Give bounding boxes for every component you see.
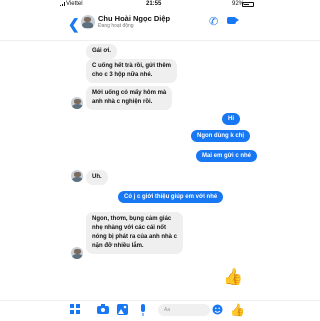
message-incoming: C uống hết trà rồi, gửi thêm cho c 3 hộp… [86, 59, 178, 83]
apps-icon[interactable] [70, 304, 81, 318]
video-camera-icon[interactable] [227, 17, 239, 24]
message-input[interactable]: Aa [158, 304, 210, 316]
battery-icon [242, 2, 254, 7]
image-icon[interactable] [117, 304, 128, 318]
message-outgoing: Hi [222, 113, 240, 125]
signal-icon [60, 2, 65, 6]
thumbs-up-icon[interactable]: 👍 [230, 304, 245, 316]
message-outgoing: Có j c giới thiệu giúp em với nhé [118, 191, 224, 203]
message-incoming: Ngon, thơm, bụng cảm giác nhẹ nhàng với … [86, 212, 184, 254]
chevron-left-icon[interactable]: ❮ [68, 16, 80, 33]
message-incoming: Uh. [86, 170, 108, 185]
avatar[interactable] [81, 15, 95, 29]
camera-icon[interactable] [97, 304, 109, 318]
message-incoming: Mới uống có mấy hôm mà anh nhà c nghiện … [86, 86, 173, 110]
microphone-icon[interactable] [139, 304, 147, 319]
avatar [71, 170, 83, 182]
clock: 21:55 [146, 1, 162, 7]
avatar [71, 247, 83, 259]
contact-name[interactable]: Chu Hoài Ngọc Diệp [98, 14, 170, 23]
avatar [71, 97, 83, 109]
message-outgoing: Ngon dùng k chị [191, 130, 250, 142]
emoji-icon[interactable] [212, 304, 223, 318]
input-bar: Aa 👍 [0, 300, 320, 321]
carrier-name: Viettel [66, 1, 83, 7]
phone-icon[interactable]: ✆ [209, 15, 218, 28]
thumbs-up-icon: 👍 [223, 269, 243, 286]
contact-status: Đang hoạt động [98, 23, 134, 29]
chat-header: ❮ Chu Hoài Ngọc Diệp Đang hoạt động ✆ [0, 10, 320, 41]
message-outgoing: Mai em gửi c nhé [196, 150, 258, 162]
message-incoming: Gái ơi. [86, 44, 117, 59]
status-bar: Viettel 21:55 92% [0, 0, 320, 10]
